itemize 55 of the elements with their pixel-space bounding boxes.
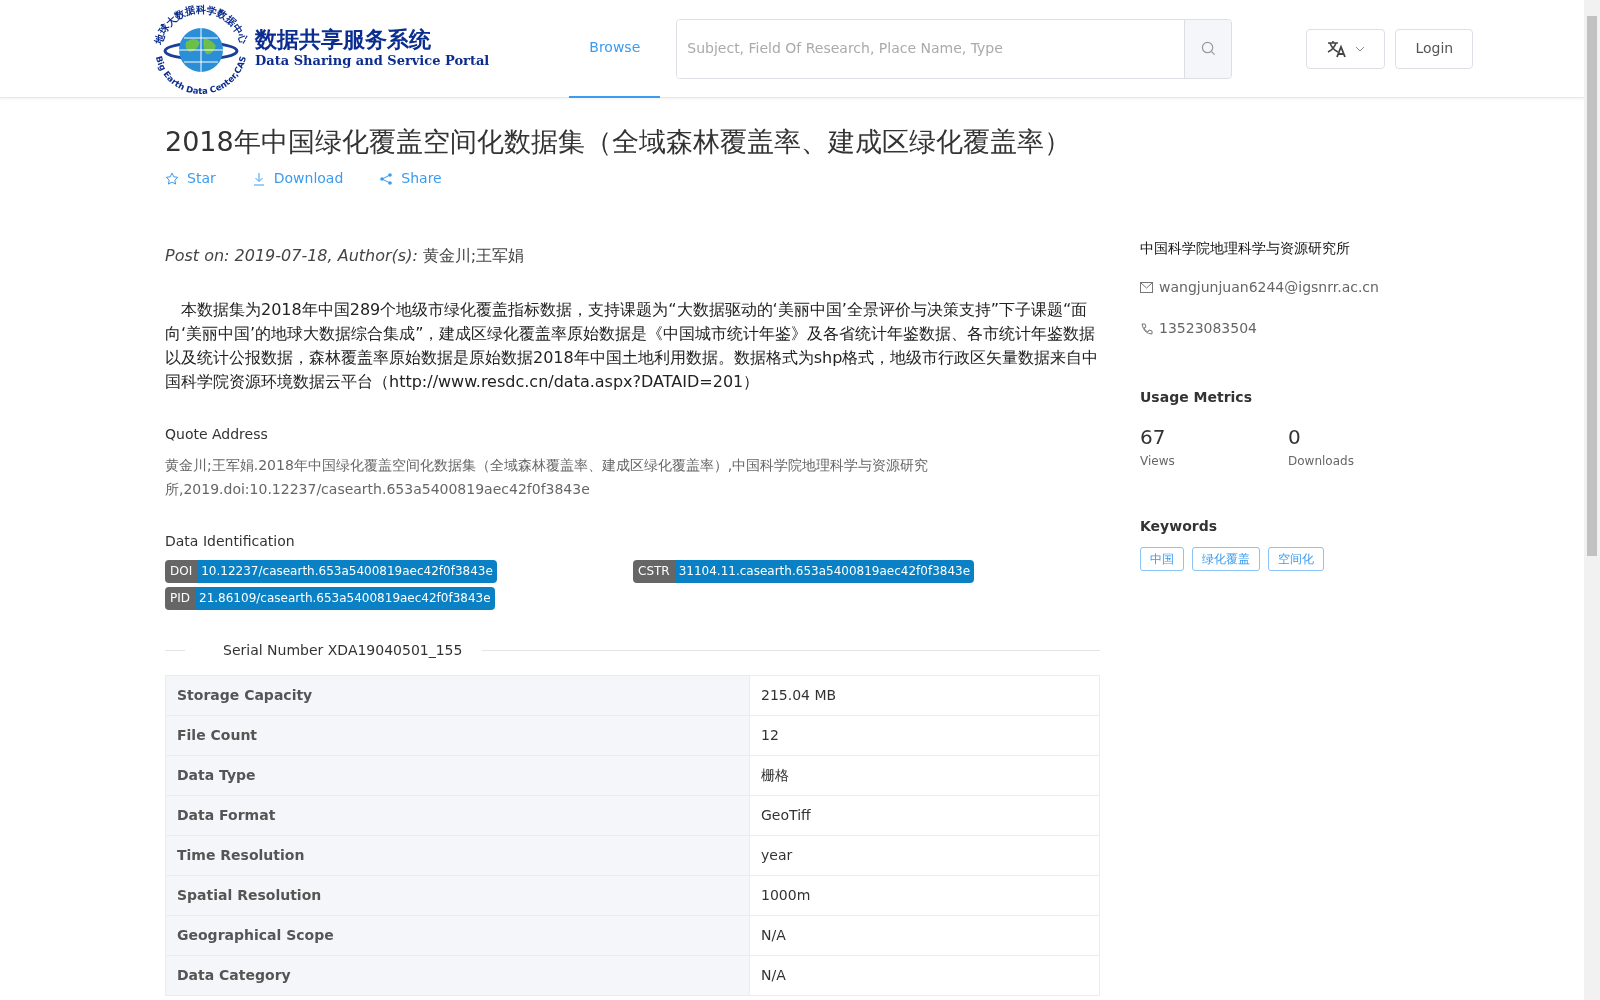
table-cell: Time Resolution <box>165 835 750 876</box>
table-cell: Data Format <box>165 795 750 836</box>
dataset-title: 2018年中国绿化覆盖空间化数据集（全域森林覆盖率、建成区绿化覆盖率） <box>165 126 1072 159</box>
table-cell: N/A <box>749 915 1100 956</box>
metric-label: Views <box>1140 453 1176 470</box>
chevron-down-icon <box>1354 45 1365 52</box>
translate-icon <box>1326 39 1347 58</box>
login-button[interactable]: Login <box>1395 28 1474 69</box>
institution-name: 中国科学院地理科学与资源研究所 <box>1140 239 1351 258</box>
search-button[interactable] <box>1184 19 1232 78</box>
citation-text: 黄金川;王军娟.2018年中国绿化覆盖空间化数据集（全域森林覆盖率、建成区绿化覆盖率）,中国科学院地理科学与资源研究所,2019.doi:10.12237/casearth.653a5400819aec42f0f3843e <box>165 455 930 499</box>
keyword-tag[interactable]: 绿化覆盖 <box>1192 547 1260 571</box>
star-link[interactable]: Star <box>165 168 216 190</box>
language-button[interactable] <box>1306 28 1386 69</box>
star-icon <box>165 171 179 186</box>
keyword-tag[interactable]: 中国 <box>1140 547 1184 571</box>
metric-label: Downloads <box>1288 453 1355 470</box>
table-cell: Data Category <box>165 955 750 996</box>
download-link[interactable]: Download <box>251 168 344 190</box>
table-cell: 栅格 <box>749 755 1100 796</box>
table-cell: Data Type <box>165 755 750 796</box>
share-icon <box>379 171 394 186</box>
scrollbar[interactable] <box>1584 0 1600 1000</box>
post-info: Post on: 2019-07-18, Author(s): 黄金川;王军娟 <box>165 244 526 267</box>
keyword-tag[interactable]: 空间化 <box>1268 547 1324 571</box>
metric-value: 67 <box>1140 424 1167 451</box>
table-cell: Storage Capacity <box>165 675 750 716</box>
mail-icon <box>1140 282 1153 293</box>
serial-number: Serial Number XDA19040501_155 <box>223 640 463 660</box>
table-cell: year <box>749 835 1100 876</box>
table-cell: Geographical Scope <box>165 915 750 956</box>
table-cell: File Count <box>165 715 750 756</box>
section-heading: Data Identification <box>165 531 296 551</box>
search-field[interactable]: Subject, Field Of Research, Place Name, Type <box>676 18 1233 79</box>
phone-text: 13523083504 <box>1159 319 1257 338</box>
search-icon <box>1200 41 1216 56</box>
email-text: wangjunjuan6244@igsnrr.ac.cn <box>1159 278 1379 297</box>
section-heading: Quote Address <box>165 424 269 444</box>
logo-subtitle: Data Sharing and Service Portal <box>255 51 490 70</box>
share-link[interactable]: Share <box>379 168 442 190</box>
nav-tab[interactable]: Browse <box>569 0 661 98</box>
logo-arc-text: 地球大数据科学数据中心 <box>153 3 249 45</box>
table-cell: 215.04 MB <box>749 675 1100 716</box>
section-heading: Usage Metrics <box>1140 388 1253 407</box>
logo-title: 数据共享服务系统 <box>255 26 432 51</box>
description-text: 本数据集为2018年中国289个地级市绿化覆盖指标数据，支持课题为“大数据驱动的‘美丽中国’全景评价与决策支持”下子课题“面向‘美丽中国’的地球大数据综合集成”，建成区绿化覆盖率原始数据是《中国城市统计年鉴》及各省统计年鉴数据、各市统计年鉴数据以及统计公报数据，森林覆盖率原始数据是原始数据2018年中国土地利用数据。数据格式为shp格式，地级市行政区矢量数据来自中国科学院资源环境数据云平台（http://www.resdc.cn/data.aspx?DATAID=201） <box>165 298 1100 393</box>
table-cell: Spatial Resolution <box>165 875 750 916</box>
table-cell: 1000m <box>749 875 1100 916</box>
phone-icon <box>1140 321 1153 336</box>
table-cell: 12 <box>749 715 1100 756</box>
download-icon <box>251 171 266 186</box>
table-cell: N/A <box>749 955 1100 996</box>
table-cell: GeoTiff <box>749 795 1100 836</box>
metric-value: 0 <box>1288 424 1302 451</box>
section-heading: Keywords <box>1140 517 1219 536</box>
